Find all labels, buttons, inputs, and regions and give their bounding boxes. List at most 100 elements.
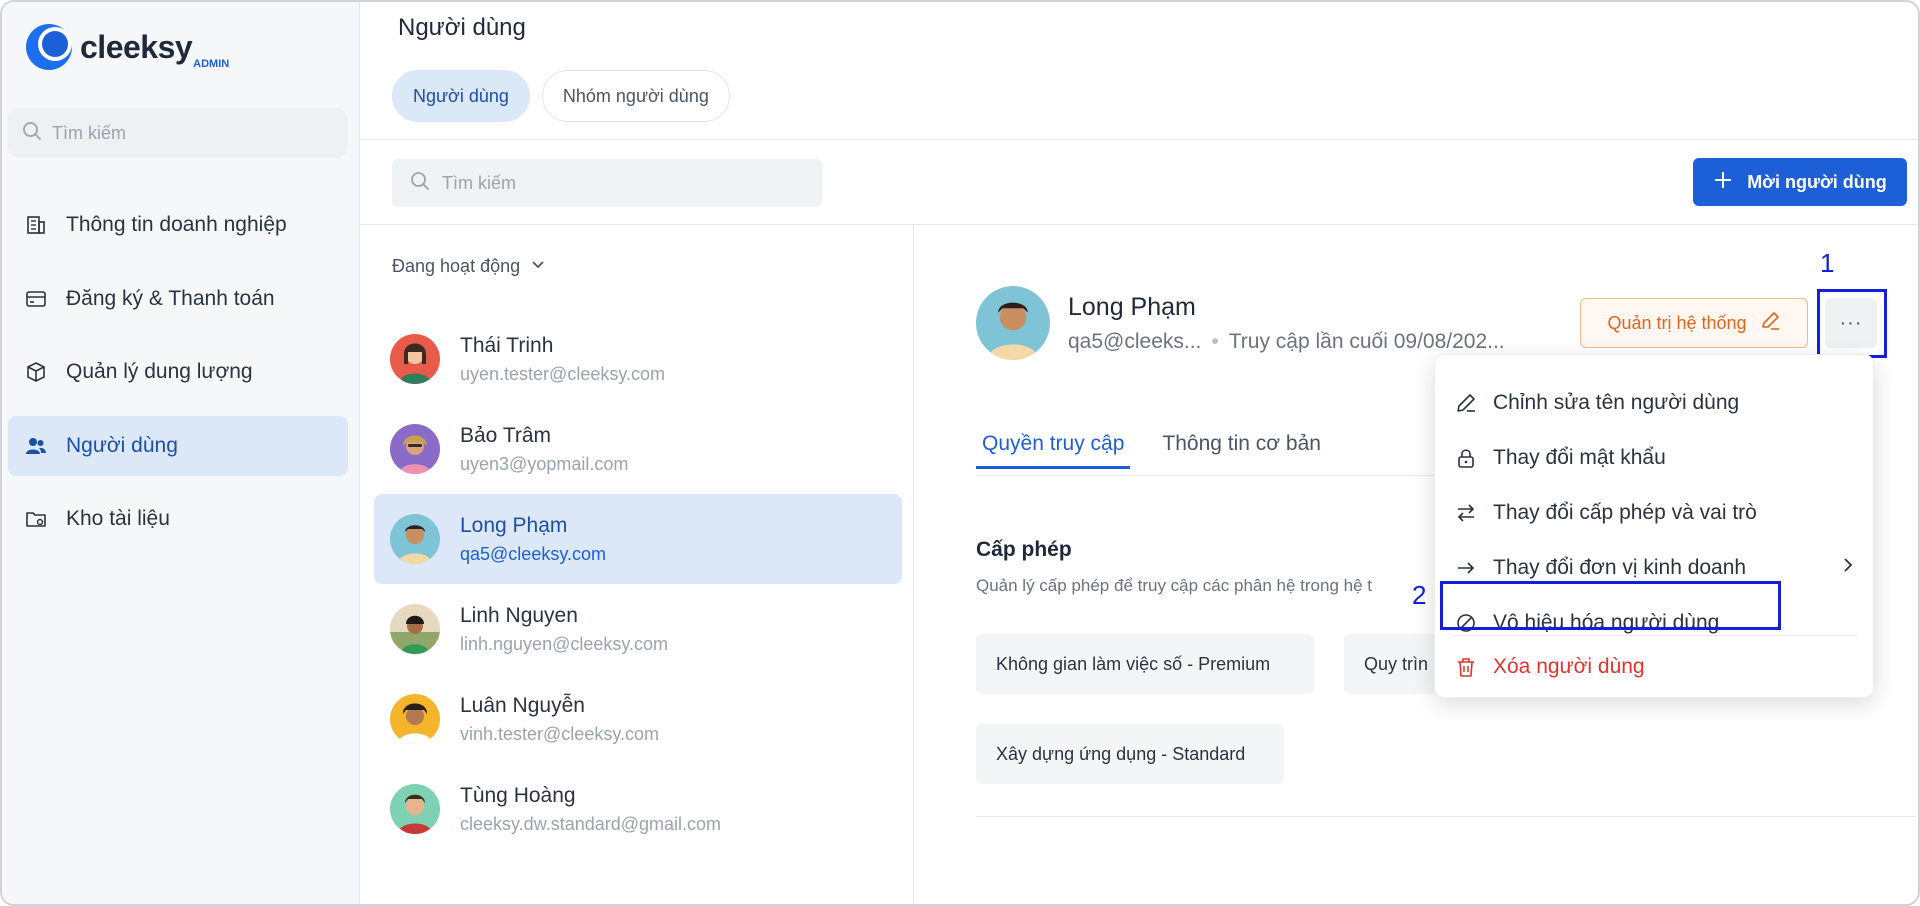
user-name: Tùng Hoàng	[460, 783, 576, 807]
user-list-panel: Đang hoạt động Thái Trinh uyen.tester@cl…	[360, 224, 914, 904]
avatar	[390, 784, 440, 834]
user-list-item-selected[interactable]: Long Phạm qa5@cleeksy.com	[374, 494, 902, 584]
detail-user-name: Long Phạm	[1068, 292, 1196, 321]
user-name: Luân Nguyễn	[460, 693, 585, 717]
sidebar: cleeksy ADMIN Tìm kiếm Thông tin doanh n…	[2, 2, 360, 904]
chevron-down-icon	[530, 256, 546, 277]
credit-card-icon	[24, 287, 48, 311]
box-icon	[24, 360, 48, 384]
licenses-section-title: Cấp phép	[976, 538, 1072, 561]
role-label: Quản trị hệ thống	[1607, 312, 1747, 333]
sidebar-item-label: Người dùng	[66, 433, 178, 457]
license-chip: Không gian làm việc số - Premium	[976, 634, 1314, 694]
tab-users[interactable]: Người dùng	[392, 70, 530, 122]
user-email: cleeksy.dw.standard@gmail.com	[460, 813, 722, 834]
lock-icon	[1453, 445, 1479, 471]
building-icon	[24, 213, 48, 237]
arrow-right-icon	[1453, 555, 1479, 581]
trash-icon	[1453, 654, 1479, 680]
detail-last-access: Truy cập lần cuối 09/08/202...	[1228, 329, 1505, 353]
sidebar-item-label: Quản lý dung lượng	[66, 360, 253, 383]
tab-user-groups[interactable]: Nhóm người dùng	[541, 70, 730, 122]
user-name: Long Phạm	[460, 513, 568, 537]
role-badge-button[interactable]: Quản trị hệ thống	[1580, 298, 1808, 348]
cleeksy-logo-icon	[24, 22, 74, 72]
license-chip: Xây dựng ứng dụng - Standard	[976, 724, 1284, 784]
divider	[360, 139, 1918, 140]
menu-item-label: Thay đổi mật khẩu	[1493, 446, 1666, 469]
avatar	[390, 604, 440, 654]
status-filter-label: Đang hoạt động	[392, 256, 521, 276]
license-chip: Quy trìn	[1344, 634, 1444, 694]
user-actions-menu: Chỉnh sửa tên người dùng Thay đổi mật kh…	[1434, 354, 1874, 698]
user-email: uyen.tester@cleeksy.com	[460, 363, 666, 384]
avatar	[976, 286, 1050, 360]
sidebar-item-label: Thông tin doanh nghiệp	[66, 213, 287, 236]
user-list-item[interactable]: Linh Nguyen linh.nguyen@cleeksy.com	[374, 584, 902, 674]
user-search-placeholder: Tìm kiếm	[442, 172, 516, 193]
tab-access-rights[interactable]: Quyền truy cập	[976, 432, 1131, 469]
annotation-number: 1	[1820, 248, 1835, 278]
sidebar-item-billing[interactable]: Đăng ký & Thanh toán	[8, 269, 348, 329]
brand-name: cleeksy	[80, 28, 193, 65]
sidebar-search-placeholder: Tìm kiếm	[52, 122, 126, 143]
sidebar-item-users[interactable]: Người dùng	[8, 415, 348, 476]
menu-item-delete-user[interactable]: Xóa người dùng	[1453, 647, 1857, 687]
user-search-input[interactable]: Tìm kiếm	[392, 159, 822, 207]
menu-item-label: Thay đổi cấp phép và vai trò	[1493, 501, 1757, 524]
logo: cleeksy ADMIN	[24, 20, 229, 74]
user-name: Linh Nguyen	[460, 603, 578, 627]
user-list-item[interactable]: Luân Nguyễn vinh.tester@cleeksy.com	[374, 674, 902, 764]
menu-item-change-password[interactable]: Thay đổi mật khẩu	[1453, 438, 1857, 478]
users-icon	[24, 434, 48, 458]
tab-basic-info[interactable]: Thông tin cơ bản	[1156, 432, 1327, 469]
chevron-right-icon	[1839, 556, 1857, 580]
sidebar-item-label: Kho tài liệu	[66, 507, 170, 530]
sidebar-item-storage[interactable]: Quản lý dung lượng	[8, 342, 348, 402]
page-title: Người dùng	[398, 14, 526, 41]
pencil-icon	[1759, 310, 1781, 337]
user-list-item[interactable]: Tùng Hoàng cleeksy.dw.standard@gmail.com	[374, 764, 902, 854]
invite-user-button[interactable]: Mời người dùng	[1693, 158, 1907, 206]
invite-user-label: Mời người dùng	[1747, 171, 1887, 192]
sidebar-item-business-info[interactable]: Thông tin doanh nghiệp	[8, 195, 348, 255]
detail-tabs: Quyền truy cập Thông tin cơ bản	[976, 432, 1327, 469]
pencil-icon	[1453, 390, 1479, 416]
licenses-section-description: Quản lý cấp phép để truy cập các phân hệ…	[976, 576, 1372, 595]
menu-item-label: Xóa người dùng	[1493, 655, 1645, 678]
plus-icon	[1713, 170, 1733, 195]
sidebar-item-documents[interactable]: Kho tài liệu	[8, 489, 348, 549]
user-email: linh.nguyen@cleeksy.com	[460, 633, 669, 654]
menu-item-label: Chỉnh sửa tên người dùng	[1493, 391, 1740, 414]
avatar	[390, 424, 440, 474]
folder-icon	[24, 507, 48, 531]
user-name: Bảo Trâm	[460, 423, 552, 447]
app-window: cleeksy ADMIN Tìm kiếm Thông tin doanh n…	[0, 0, 1920, 906]
sidebar-nav: Thông tin doanh nghiệp Đăng ký & Thanh t…	[8, 195, 348, 563]
user-list-item[interactable]: Bảo Trâm uyen3@yopmail.com	[374, 404, 902, 494]
annotation-number: 2	[1412, 580, 1427, 610]
sidebar-item-label: Đăng ký & Thanh toán	[66, 286, 275, 310]
user-email: uyen3@yopmail.com	[460, 453, 629, 474]
detail-user-email: qa5@cleeks...	[1068, 329, 1202, 353]
user-detail-header: Long Phạm qa5@cleeks... • Truy cập lần c…	[976, 286, 1505, 360]
divider	[976, 816, 1916, 817]
dot-separator: •	[1211, 329, 1219, 353]
search-icon	[410, 171, 430, 196]
avatar	[390, 334, 440, 384]
sidebar-search-input[interactable]: Tìm kiếm	[8, 108, 348, 158]
annotation-box	[1440, 581, 1781, 630]
menu-item-label: Thay đổi đơn vị kinh doanh	[1493, 556, 1747, 579]
user-list: Thái Trinh uyen.tester@cleeksy.com Bảo T…	[374, 314, 902, 854]
user-name: Thái Trinh	[460, 333, 554, 357]
status-filter-dropdown[interactable]: Đang hoạt động	[392, 256, 546, 277]
menu-item-change-license-role[interactable]: Thay đổi cấp phép và vai trò	[1453, 493, 1857, 533]
user-list-item[interactable]: Thái Trinh uyen.tester@cleeksy.com	[374, 314, 902, 404]
menu-item-edit-name[interactable]: Chỉnh sửa tên người dùng	[1453, 383, 1857, 423]
search-icon	[22, 121, 42, 146]
user-email: qa5@cleeksy.com	[460, 543, 606, 564]
user-email: vinh.tester@cleeksy.com	[460, 723, 660, 744]
divider	[976, 475, 1446, 476]
menu-divider	[1453, 635, 1857, 636]
annotation-box	[1817, 289, 1887, 358]
